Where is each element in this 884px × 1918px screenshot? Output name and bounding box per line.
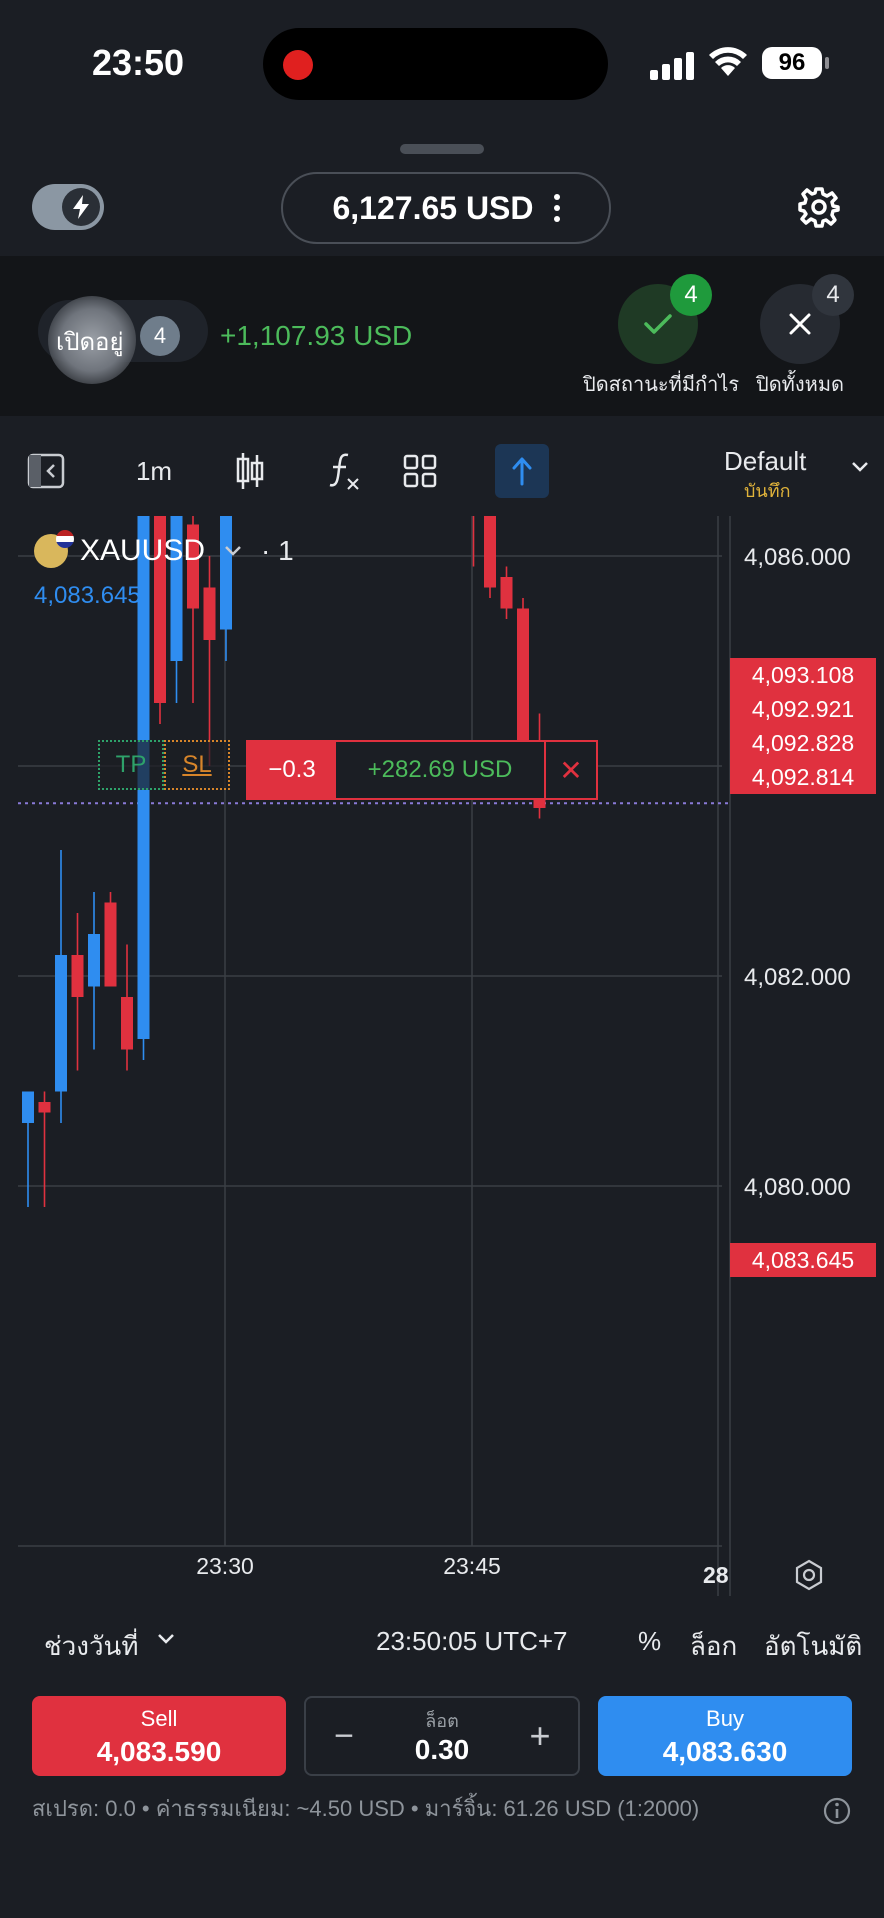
candlestick-type-icon[interactable] [230,436,270,506]
chevron-down-icon[interactable] [850,460,870,474]
chart-clock: 23:50:05 UTC+7 [376,1626,568,1656]
info-icon[interactable] [822,1796,852,1826]
close-all-label: ปิดทั้งหมด [756,374,844,396]
order-price-tag: 4,093.108 [730,658,876,692]
trade-cost-info: สเปรด: 0.0 • ค่าธรรมเนียม: ~4.50 USD • ม… [32,1796,700,1821]
close-all-count: 4 [812,274,854,316]
sell-label: Sell [140,1706,178,1731]
candle-body [517,608,529,756]
layouts-grid-icon[interactable] [400,436,440,506]
increase-lot-button[interactable]: + [520,1716,560,1756]
lightning-icon [62,188,100,226]
candle-body [38,1102,51,1113]
open-positions-count: 4 [140,316,180,356]
trade-mode-arrow-icon[interactable] [495,444,549,498]
position-pnl: +282.69 USD [336,742,546,798]
order-price-tag: 4,092.828 [730,726,876,760]
close-profitable-label: ปิดสถานะที่มีกำไร [583,374,740,396]
symbol-selector[interactable]: XAUUSD · 1 [34,530,294,568]
battery-icon: 96 [762,47,829,79]
timeframe-button[interactable]: 1m [126,436,182,506]
check-icon [644,314,672,334]
buy-label: Buy [706,1706,744,1731]
order-price-tag: 4,092.814 [730,760,876,794]
candle-body [500,577,513,609]
status-time: 23:50 [92,42,185,83]
account-balance-button[interactable]: 6,127.65 USD [281,172,611,244]
last-price-legend: 4,083.645 [34,582,141,609]
candle-body [88,934,100,987]
candle-body [121,997,133,1050]
buy-price: 4,083.630 [662,1736,788,1767]
take-profit-tag[interactable]: TP [98,740,164,790]
position-order-line[interactable]: −0.3 +282.69 USD ✕ [246,740,598,800]
order-price-tag: 4,092.921 [730,692,876,726]
log-scale-toggle[interactable]: ล็อก [690,1626,737,1667]
total-pnl: +1,107.93 USD [220,320,413,351]
x-axis-tick-label: 23:45 [443,1553,501,1579]
wifi-icon [709,47,747,76]
candle-body [71,955,84,997]
dynamic-island [263,28,608,100]
chart-layout-name[interactable]: Default [724,446,806,477]
sell-price: 4,083.590 [96,1736,222,1767]
status-bar: 23:50 96 [0,0,884,130]
close-profitable-count: 4 [670,274,712,316]
buy-button[interactable]: Buy 4,083.630 [598,1696,852,1776]
chart-settings-icon[interactable] [792,1558,826,1592]
auto-scale-toggle[interactable]: อัตโนมัติ [764,1626,862,1667]
close-position-icon[interactable]: ✕ [546,742,596,798]
chevron-down-icon [225,546,241,556]
time-axis-label-partial: 28 [703,1562,729,1588]
candle-body [22,1091,34,1123]
symbol-name: XAUUSD [80,534,206,567]
sidebar-toggle-icon[interactable] [24,436,68,506]
close-icon [789,313,811,335]
account-balance: 6,127.65 USD [332,189,534,226]
open-positions-label[interactable]: เปิดอยู่ [56,322,124,361]
chart-layout-save-label[interactable]: บันทึก [744,476,791,505]
date-range-label[interactable]: ช่วงวันที่ [44,1626,138,1667]
recording-indicator-icon [283,50,313,80]
x-axis-tick-label: 23:30 [196,1553,254,1579]
sell-button[interactable]: Sell 4,083.590 [32,1696,286,1776]
stop-loss-tag[interactable]: SL [164,740,230,790]
cellular-signal-icon [650,50,696,80]
candle-body [203,587,216,640]
percent-scale-toggle[interactable]: % [638,1626,661,1657]
position-quantity: −0.3 [248,742,336,798]
y-axis-tick-label: 4,082.000 [744,964,851,991]
gear-icon[interactable] [798,186,840,228]
timeframe-label: 1m [135,455,173,486]
y-axis-tick-label: 4,080.000 [744,1174,851,1201]
lot-size-stepper: − ล็อต 0.30 + [304,1696,580,1776]
last-price-tag: 4,083.645 [730,1243,876,1277]
candle-body [55,955,67,1092]
sheet-grabber[interactable] [400,144,484,154]
candle-body [104,902,117,987]
y-axis-tick-label: 4,086.000 [744,544,851,571]
more-vertical-icon[interactable] [553,194,560,222]
one-click-trading-toggle[interactable] [32,184,104,230]
indicators-icon[interactable] [324,436,364,506]
symbol-interval: · 1 [261,535,294,566]
candle-body [484,516,496,588]
gold-usd-flag-icon [34,530,74,568]
chevron-down-icon[interactable] [156,1632,176,1646]
